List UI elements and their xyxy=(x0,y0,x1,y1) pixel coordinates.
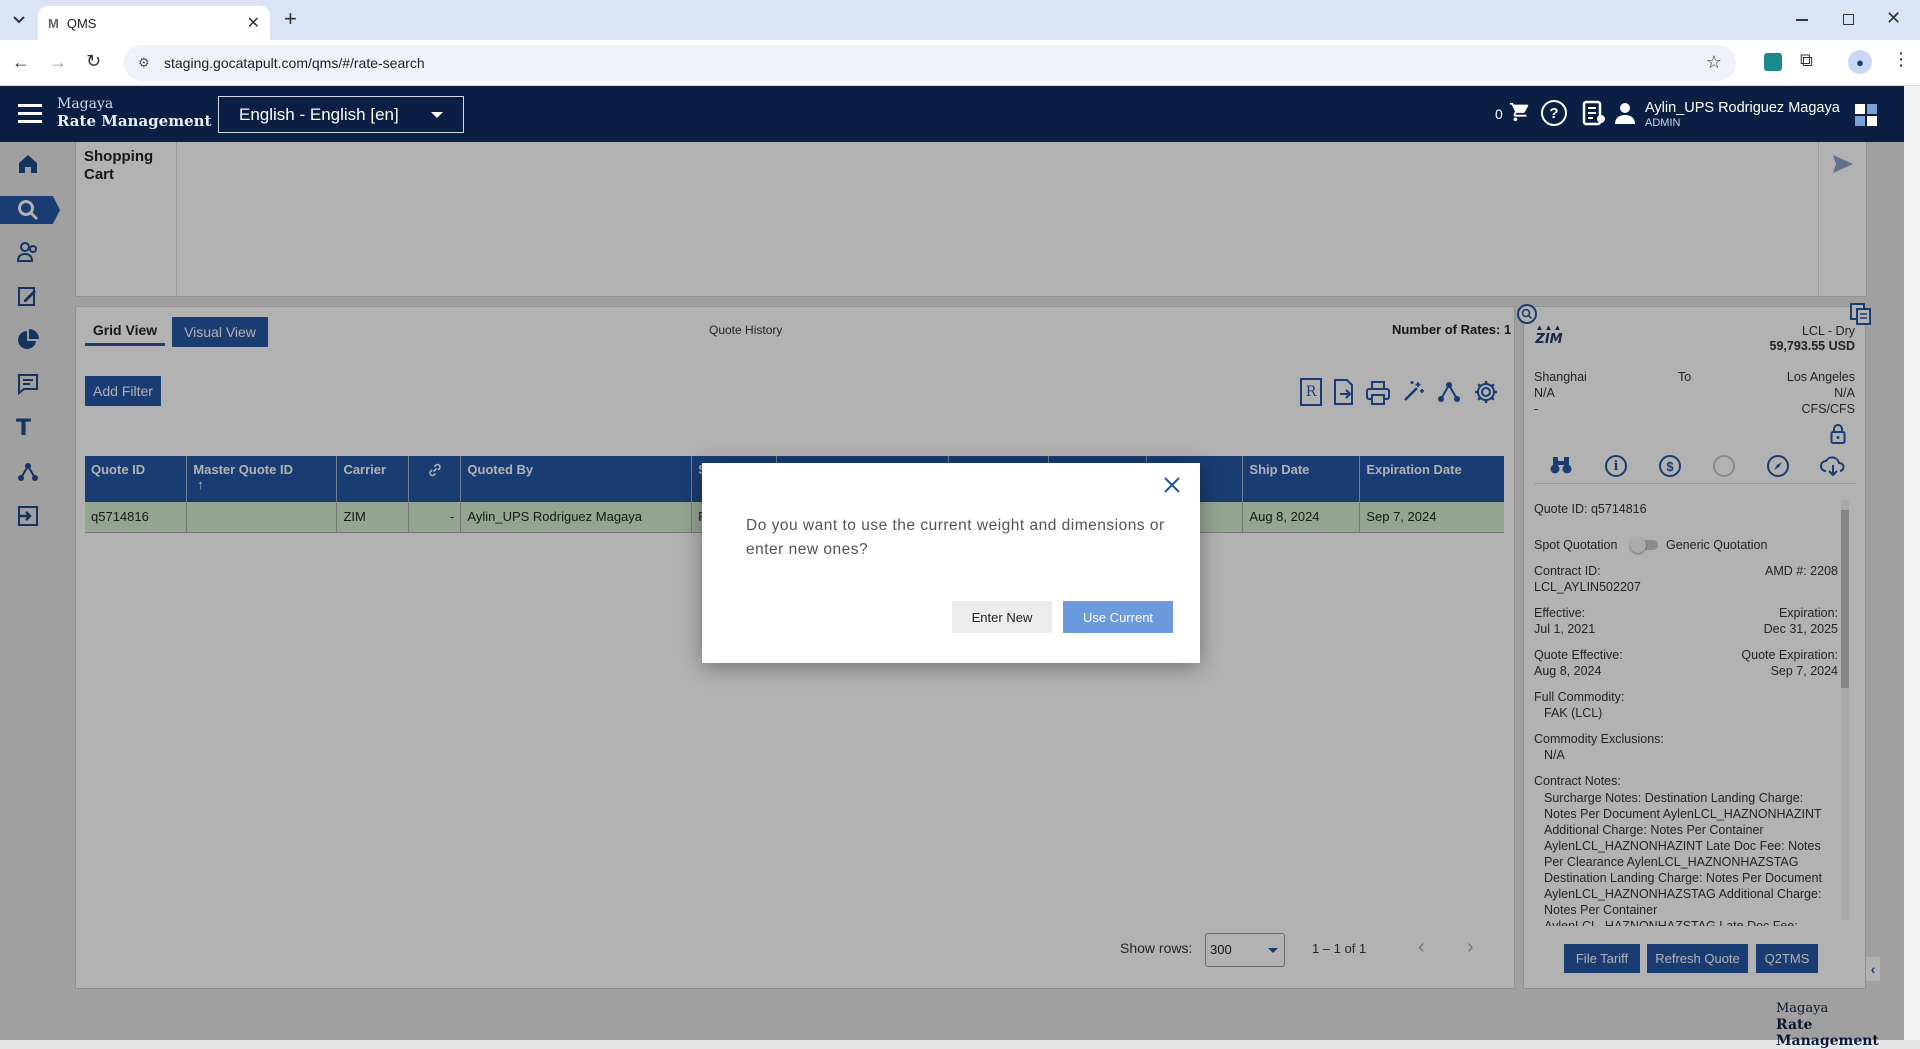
browser-tab-qms[interactable]: M QMS ✕ xyxy=(38,6,270,40)
url-text: staging.gocatapult.com/qms/#/rate-search xyxy=(164,55,425,71)
hamburger-menu-icon[interactable] xyxy=(18,104,42,124)
address-bar[interactable]: ⚙ staging.gocatapult.com/qms/#/rate-sear… xyxy=(124,45,1736,81)
tab-search-icon[interactable] xyxy=(8,9,30,31)
app-logo: Magaya Rate Management xyxy=(57,96,211,130)
weight-dimensions-dialog: Do you want to use the current weight an… xyxy=(702,463,1200,663)
shopping-cart-icon[interactable] xyxy=(1509,101,1531,126)
use-current-button[interactable]: Use Current xyxy=(1063,601,1173,633)
profile-icon[interactable]: ● xyxy=(1848,50,1872,74)
brand-line2: Rate Management xyxy=(57,112,212,130)
page-scrollbar[interactable] xyxy=(1904,86,1920,1040)
browser-menu-icon[interactable]: ⋮ xyxy=(1892,49,1910,70)
bookmark-star-icon[interactable]: ☆ xyxy=(1706,52,1722,73)
app-switcher-icon[interactable] xyxy=(1855,104,1877,126)
user-role: ADMIN xyxy=(1645,117,1681,129)
language-select[interactable]: English - English [en] xyxy=(218,96,464,133)
window-close-icon[interactable]: ✕ xyxy=(1886,8,1901,29)
new-tab-button[interactable]: + xyxy=(284,6,297,32)
browser-toolbar: ← → ↻ ⚙ staging.gocatapult.com/qms/#/rat… xyxy=(0,40,1920,86)
restore-icon[interactable] xyxy=(1843,14,1854,25)
brand-line1: Magaya xyxy=(57,96,114,112)
site-info-icon[interactable]: ⚙ xyxy=(138,55,150,71)
user-name[interactable]: Aylin_UPS Rodriguez Magaya xyxy=(1645,100,1840,116)
forward-icon[interactable]: → xyxy=(49,52,67,73)
extension-icon[interactable] xyxy=(1764,53,1782,71)
help-icon[interactable]: ? xyxy=(1541,100,1567,126)
extensions-puzzle-icon[interactable]: ⧉ xyxy=(1800,50,1813,71)
reports-icon[interactable] xyxy=(1582,100,1606,129)
minimize-icon[interactable] xyxy=(1796,19,1808,21)
cart-count: 0 xyxy=(1495,106,1503,122)
tab-favicon: M xyxy=(48,15,59,31)
tab-title: QMS xyxy=(66,15,97,31)
dialog-close-icon[interactable] xyxy=(1162,475,1182,498)
language-value: English - English [en] xyxy=(239,104,399,124)
tab-close-icon[interactable]: ✕ xyxy=(247,13,260,33)
back-icon[interactable]: ← xyxy=(12,52,30,73)
enter-new-button[interactable]: Enter New xyxy=(952,601,1052,633)
dialog-message: Do you want to use the current weight an… xyxy=(746,517,1165,558)
user-icon[interactable] xyxy=(1615,102,1635,127)
chevron-down-icon xyxy=(431,112,443,118)
app-header: Magaya Rate Management English - English… xyxy=(0,86,1904,142)
reload-icon[interactable]: ↻ xyxy=(86,51,101,72)
browser-tab-strip: M QMS ✕ + ✕ xyxy=(0,0,1920,40)
